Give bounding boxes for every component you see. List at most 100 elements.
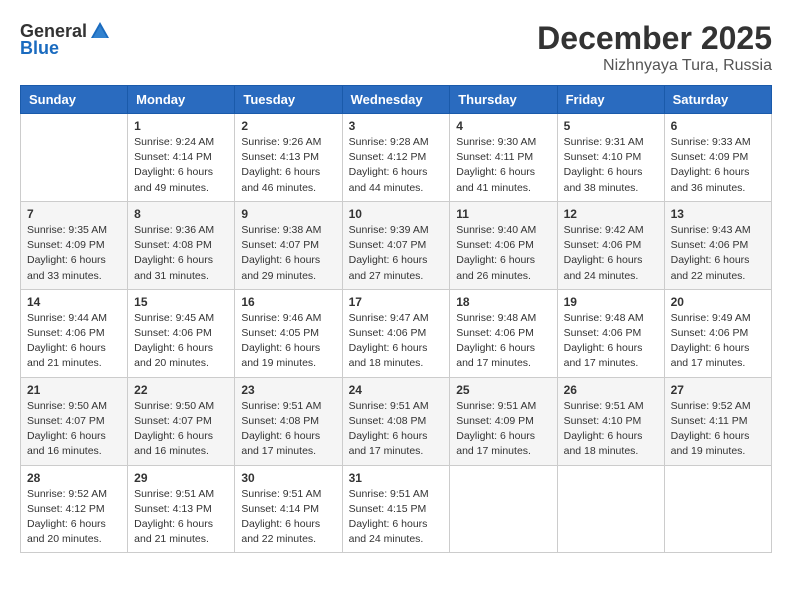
day-number: 26	[564, 383, 658, 397]
calendar-cell: 10Sunrise: 9:39 AM Sunset: 4:07 PM Dayli…	[342, 201, 450, 289]
day-number: 17	[349, 295, 444, 309]
day-number: 8	[134, 207, 228, 221]
day-info: Sunrise: 9:51 AM Sunset: 4:08 PM Dayligh…	[349, 399, 444, 460]
week-row-5: 28 Sunrise: 9:52 AM Sunset: 4:12 PM Dayli…	[21, 465, 772, 553]
weekday-header-thursday: Thursday	[450, 86, 557, 114]
calendar-cell: 7 Sunrise: 9:35 AM Sunset: 4:09 PM Daylig…	[21, 201, 128, 289]
logo: General Blue	[20, 20, 111, 59]
calendar-cell: 12 Sunrise: 9:42 AM Sunset: 4:06 PM Dayli…	[557, 201, 664, 289]
logo-icon	[89, 20, 111, 42]
calendar-cell: 15 Sunrise: 9:45 AM Sunset: 4:06 PM Dayli…	[128, 289, 235, 377]
day-info: Sunrise: 9:47 AM Sunset: 4:06 PM Dayligh…	[349, 311, 444, 372]
day-number: 20	[671, 295, 765, 309]
day-info: Sunrise: 9:38 AM Sunset: 4:07 PM Dayligh…	[241, 223, 335, 284]
week-row-4: 21 Sunrise: 9:50 AM Sunset: 4:07 PM Dayli…	[21, 377, 772, 465]
day-number: 15	[134, 295, 228, 309]
day-info: Sunrise: 9:43 AM Sunset: 4:06 PM Dayligh…	[671, 223, 765, 284]
day-number: 22	[134, 383, 228, 397]
day-number: 29	[134, 471, 228, 485]
day-info: Sunrise: 9:49 AM Sunset: 4:06 PM Dayligh…	[671, 311, 765, 372]
weekday-header-tuesday: Tuesday	[235, 86, 342, 114]
week-row-2: 7 Sunrise: 9:35 AM Sunset: 4:09 PM Daylig…	[21, 201, 772, 289]
calendar-cell: 27 Sunrise: 9:52 AM Sunset: 4:11 PM Dayli…	[664, 377, 771, 465]
calendar-cell: 17 Sunrise: 9:47 AM Sunset: 4:06 PM Dayli…	[342, 289, 450, 377]
calendar-cell	[557, 465, 664, 553]
location-title: Nizhnyaya Tura, Russia	[537, 57, 772, 75]
calendar-cell: 21 Sunrise: 9:50 AM Sunset: 4:07 PM Dayli…	[21, 377, 128, 465]
calendar-cell: 29Sunrise: 9:51 AM Sunset: 4:13 PM Dayli…	[128, 465, 235, 553]
day-number: 2	[241, 119, 335, 133]
day-info: Sunrise: 9:50 AM Sunset: 4:07 PM Dayligh…	[134, 399, 228, 460]
calendar-cell: 13Sunrise: 9:43 AM Sunset: 4:06 PM Dayli…	[664, 201, 771, 289]
weekday-header-friday: Friday	[557, 86, 664, 114]
day-info: Sunrise: 9:46 AM Sunset: 4:05 PM Dayligh…	[241, 311, 335, 372]
day-number: 18	[456, 295, 550, 309]
calendar-cell: 16 Sunrise: 9:46 AM Sunset: 4:05 PM Dayli…	[235, 289, 342, 377]
weekday-header-saturday: Saturday	[664, 86, 771, 114]
day-info: Sunrise: 9:39 AM Sunset: 4:07 PM Dayligh…	[349, 223, 444, 284]
month-title: December 2025	[537, 20, 772, 57]
day-info: Sunrise: 9:40 AM Sunset: 4:06 PM Dayligh…	[456, 223, 550, 284]
calendar-cell: 28 Sunrise: 9:52 AM Sunset: 4:12 PM Dayli…	[21, 465, 128, 553]
day-number: 11	[456, 207, 550, 221]
day-info: Sunrise: 9:52 AM Sunset: 4:11 PM Dayligh…	[671, 399, 765, 460]
day-number: 27	[671, 383, 765, 397]
calendar-cell: 9 Sunrise: 9:38 AM Sunset: 4:07 PM Daylig…	[235, 201, 342, 289]
weekday-header-row: SundayMondayTuesdayWednesdayThursdayFrid…	[21, 86, 772, 114]
day-number: 28	[27, 471, 121, 485]
weekday-header-sunday: Sunday	[21, 86, 128, 114]
day-info: Sunrise: 9:51 AM Sunset: 4:08 PM Dayligh…	[241, 399, 335, 460]
logo-blue: Blue	[20, 38, 59, 59]
day-info: Sunrise: 9:45 AM Sunset: 4:06 PM Dayligh…	[134, 311, 228, 372]
day-info: Sunrise: 9:48 AM Sunset: 4:06 PM Dayligh…	[564, 311, 658, 372]
day-info: Sunrise: 9:50 AM Sunset: 4:07 PM Dayligh…	[27, 399, 121, 460]
calendar-table: SundayMondayTuesdayWednesdayThursdayFrid…	[20, 85, 772, 553]
calendar-cell: 26 Sunrise: 9:51 AM Sunset: 4:10 PM Dayli…	[557, 377, 664, 465]
day-number: 4	[456, 119, 550, 133]
calendar-cell: 30Sunrise: 9:51 AM Sunset: 4:14 PM Dayli…	[235, 465, 342, 553]
calendar-cell: 25Sunrise: 9:51 AM Sunset: 4:09 PM Dayli…	[450, 377, 557, 465]
calendar-cell: 1Sunrise: 9:24 AM Sunset: 4:14 PM Daylig…	[128, 114, 235, 202]
day-number: 25	[456, 383, 550, 397]
day-info: Sunrise: 9:35 AM Sunset: 4:09 PM Dayligh…	[27, 223, 121, 284]
day-info: Sunrise: 9:26 AM Sunset: 4:13 PM Dayligh…	[241, 135, 335, 196]
week-row-1: 1Sunrise: 9:24 AM Sunset: 4:14 PM Daylig…	[21, 114, 772, 202]
day-number: 7	[27, 207, 121, 221]
day-info: Sunrise: 9:31 AM Sunset: 4:10 PM Dayligh…	[564, 135, 658, 196]
day-number: 9	[241, 207, 335, 221]
calendar-cell	[450, 465, 557, 553]
day-info: Sunrise: 9:33 AM Sunset: 4:09 PM Dayligh…	[671, 135, 765, 196]
day-info: Sunrise: 9:36 AM Sunset: 4:08 PM Dayligh…	[134, 223, 228, 284]
day-number: 5	[564, 119, 658, 133]
day-info: Sunrise: 9:42 AM Sunset: 4:06 PM Dayligh…	[564, 223, 658, 284]
calendar-cell: 18 Sunrise: 9:48 AM Sunset: 4:06 PM Dayli…	[450, 289, 557, 377]
day-number: 3	[349, 119, 444, 133]
day-number: 1	[134, 119, 228, 133]
title-block: December 2025 Nizhnyaya Tura, Russia	[537, 20, 772, 75]
day-number: 19	[564, 295, 658, 309]
calendar-cell: 6Sunrise: 9:33 AM Sunset: 4:09 PM Daylig…	[664, 114, 771, 202]
week-row-3: 14 Sunrise: 9:44 AM Sunset: 4:06 PM Dayli…	[21, 289, 772, 377]
day-info: Sunrise: 9:52 AM Sunset: 4:12 PM Dayligh…	[27, 487, 121, 548]
day-number: 16	[241, 295, 335, 309]
day-number: 12	[564, 207, 658, 221]
day-info: Sunrise: 9:44 AM Sunset: 4:06 PM Dayligh…	[27, 311, 121, 372]
day-number: 31	[349, 471, 444, 485]
calendar-cell: 31Sunrise: 9:51 AM Sunset: 4:15 PM Dayli…	[342, 465, 450, 553]
day-info: Sunrise: 9:48 AM Sunset: 4:06 PM Dayligh…	[456, 311, 550, 372]
day-number: 14	[27, 295, 121, 309]
calendar-cell: 8 Sunrise: 9:36 AM Sunset: 4:08 PM Daylig…	[128, 201, 235, 289]
day-info: Sunrise: 9:28 AM Sunset: 4:12 PM Dayligh…	[349, 135, 444, 196]
calendar-cell: 20 Sunrise: 9:49 AM Sunset: 4:06 PM Dayli…	[664, 289, 771, 377]
day-info: Sunrise: 9:30 AM Sunset: 4:11 PM Dayligh…	[456, 135, 550, 196]
page-header: General Blue December 2025 Nizhnyaya Tur…	[20, 20, 772, 75]
calendar-cell: 3 Sunrise: 9:28 AM Sunset: 4:12 PM Daylig…	[342, 114, 450, 202]
day-number: 21	[27, 383, 121, 397]
day-number: 23	[241, 383, 335, 397]
weekday-header-wednesday: Wednesday	[342, 86, 450, 114]
calendar-cell	[21, 114, 128, 202]
calendar-cell: 14 Sunrise: 9:44 AM Sunset: 4:06 PM Dayli…	[21, 289, 128, 377]
calendar-cell: 22 Sunrise: 9:50 AM Sunset: 4:07 PM Dayli…	[128, 377, 235, 465]
day-info: Sunrise: 9:51 AM Sunset: 4:10 PM Dayligh…	[564, 399, 658, 460]
day-number: 24	[349, 383, 444, 397]
